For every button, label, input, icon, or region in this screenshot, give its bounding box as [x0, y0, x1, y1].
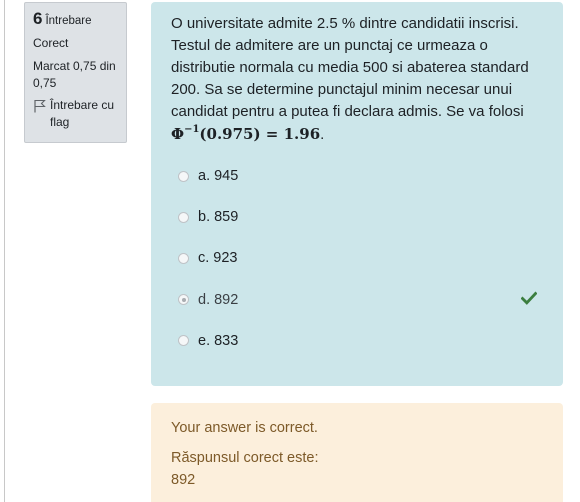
answer-option-b[interactable]: b. 859: [178, 209, 548, 250]
question-formulation: O universitate admite 2.5 % dintre candi…: [151, 2, 563, 386]
right-answer-label: Răspunsul corect este:: [171, 450, 319, 466]
answer-label-c: c. 923: [198, 250, 238, 267]
answer-option-d[interactable]: d. 892: [178, 291, 548, 333]
formula-period: .: [320, 126, 325, 143]
correct-check-icon: [521, 291, 537, 305]
formula-exponent: −1: [184, 124, 200, 135]
flag-icon: [34, 99, 46, 113]
answer-radio-e[interactable]: [178, 335, 189, 347]
question-info-box: 6 Întrebare Corect Marcat 0,75 din 0,75 …: [24, 2, 127, 143]
right-answer-value: 892: [171, 472, 196, 488]
question-number: 6: [33, 9, 43, 28]
question-number-line: 6 Întrebare: [33, 10, 118, 30]
answer-option-a[interactable]: a. 945: [178, 168, 548, 209]
answer-option-e[interactable]: e. 833: [178, 333, 548, 374]
answer-label-d: d. 892: [198, 291, 239, 308]
answer-radio-d[interactable]: [178, 294, 189, 306]
question-state: Corect: [33, 36, 69, 50]
left-border: [4, 0, 5, 502]
feedback-text: Your answer is correct.: [171, 420, 318, 436]
answer-options: a. 945 b. 859 c. 923 d. 892 e. 833: [178, 168, 548, 374]
question-text-body: O universitate admite 2.5 % dintre candi…: [171, 15, 529, 120]
answer-feedback-box: Your answer is correct. Răspunsul corect…: [151, 403, 563, 502]
answer-option-c[interactable]: c. 923: [178, 250, 548, 291]
formula-rest: (0.975) = 1.96: [199, 125, 321, 143]
flag-question-label: Întrebare cu flag: [50, 98, 115, 129]
answer-radio-b[interactable]: [178, 211, 189, 223]
question-formula: Φ−1(0.975) = 1.96: [171, 124, 321, 144]
answer-label-b: b. 859: [198, 209, 239, 226]
answer-label-e: e. 833: [198, 332, 239, 349]
question-grade: Marcat 0,75 din 0,75: [33, 59, 116, 90]
formula-base: Φ: [171, 125, 185, 143]
answer-label-a: a. 945: [198, 168, 239, 184]
right-answer: Răspunsul corect este: 892: [171, 447, 543, 491]
answer-radio-a[interactable]: [178, 170, 189, 182]
flag-question-link[interactable]: Întrebare cu flag: [33, 97, 118, 131]
answer-radio-c[interactable]: [178, 252, 189, 264]
question-text: O universitate admite 2.5 % dintre candi…: [171, 13, 549, 146]
question-word: Întrebare: [45, 15, 92, 27]
quiz-page: 6 Întrebare Corect Marcat 0,75 din 0,75 …: [0, 0, 580, 502]
